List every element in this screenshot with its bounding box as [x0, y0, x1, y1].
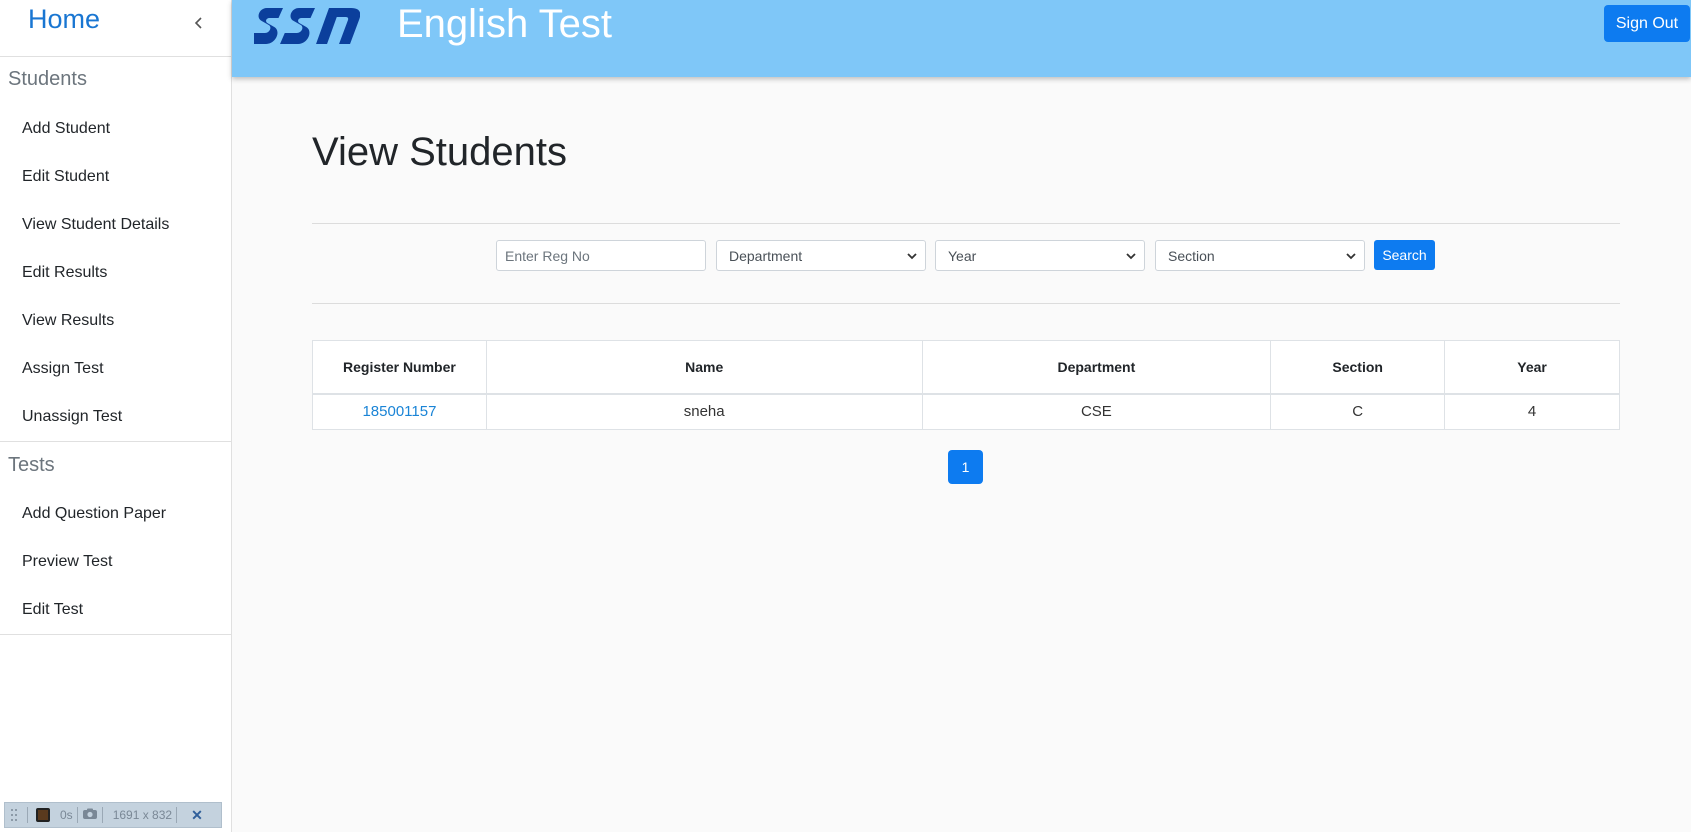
sidebar-section-title: Tests	[8, 454, 55, 476]
section-select-value: Section	[1168, 247, 1215, 264]
sidebar-header: Home	[0, 0, 231, 57]
collapse-sidebar-button[interactable]	[191, 12, 207, 34]
sidebar-item-view-student-details[interactable]: View Student Details	[0, 201, 231, 249]
sidebar-item-preview-test[interactable]: Preview Test	[0, 538, 231, 586]
reg-no-input[interactable]	[496, 240, 706, 271]
toolbar-separator	[176, 807, 178, 823]
chevron-left-icon	[194, 17, 202, 29]
search-button[interactable]: Search	[1374, 240, 1435, 270]
toolbar-separator	[27, 807, 28, 823]
column-header-section: Section	[1270, 340, 1446, 395]
home-link[interactable]: Home	[28, 4, 100, 35]
sidebar-item-add-student[interactable]: Add Student	[0, 105, 231, 153]
recorder-toolbar: 0s 1691 x 832 ✕	[4, 802, 222, 828]
table-row: 185001157 sneha CSE C 4	[312, 393, 1620, 430]
close-icon[interactable]: ✕	[191, 807, 203, 824]
sidebar-item-edit-results[interactable]: Edit Results	[0, 249, 231, 297]
students-table: Register Number Name Department Section …	[312, 340, 1620, 430]
stop-recording-icon[interactable]	[36, 808, 50, 822]
camera-icon[interactable]	[82, 808, 98, 823]
divider	[312, 223, 1620, 224]
top-header: English Test Sign Out	[232, 0, 1691, 77]
pagination-page-button[interactable]: 1	[948, 450, 983, 484]
divider	[312, 303, 1620, 304]
table-header-row: Register Number Name Department Section …	[312, 340, 1620, 395]
column-header-name: Name	[485, 340, 923, 395]
chevron-down-icon	[1346, 253, 1356, 260]
drag-handle-icon[interactable]	[5, 808, 23, 822]
app-title: English Test	[397, 2, 612, 46]
year-cell: 4	[1444, 393, 1620, 430]
chevron-down-icon	[1126, 253, 1136, 260]
section-select[interactable]: Section	[1155, 240, 1365, 271]
sidebar-section-tests: Tests Add Question Paper Preview Test Ed…	[0, 442, 231, 635]
section-cell: C	[1270, 393, 1446, 430]
sidebar-item-add-question-paper[interactable]: Add Question Paper	[0, 490, 231, 538]
sidebar-item-view-results[interactable]: View Results	[0, 297, 231, 345]
chevron-down-icon	[907, 253, 917, 260]
ssn-logo	[254, 8, 360, 44]
sign-out-button[interactable]: Sign Out	[1604, 5, 1690, 42]
sidebar-section-title: Students	[8, 68, 87, 90]
toolbar-separator	[76, 807, 78, 823]
capture-dimensions: 1691 x 832	[112, 808, 173, 822]
sidebar-item-assign-test[interactable]: Assign Test	[0, 345, 231, 393]
department-cell: CSE	[921, 393, 1272, 430]
column-header-department: Department	[921, 340, 1272, 395]
elapsed-time: 0s	[60, 808, 73, 822]
register-number-cell: 185001157	[312, 393, 487, 430]
register-number-link[interactable]: 185001157	[362, 403, 436, 420]
toolbar-separator	[101, 807, 103, 823]
year-select-value: Year	[948, 247, 977, 264]
page-title: View Students	[312, 130, 567, 174]
column-header-register-number: Register Number	[312, 340, 487, 395]
department-select[interactable]: Department	[716, 240, 926, 271]
sidebar-item-unassign-test[interactable]: Unassign Test	[0, 393, 231, 441]
department-select-value: Department	[729, 247, 803, 264]
sidebar-section-students: Students Add Student Edit Student View S…	[0, 57, 231, 442]
column-header-year: Year	[1444, 340, 1620, 395]
sidebar: Home Students Add Student Edit Student V…	[0, 0, 232, 832]
year-select[interactable]: Year	[935, 240, 1145, 271]
name-cell: sneha	[485, 393, 923, 430]
sidebar-item-edit-test[interactable]: Edit Test	[0, 586, 231, 634]
sidebar-item-edit-student[interactable]: Edit Student	[0, 153, 231, 201]
